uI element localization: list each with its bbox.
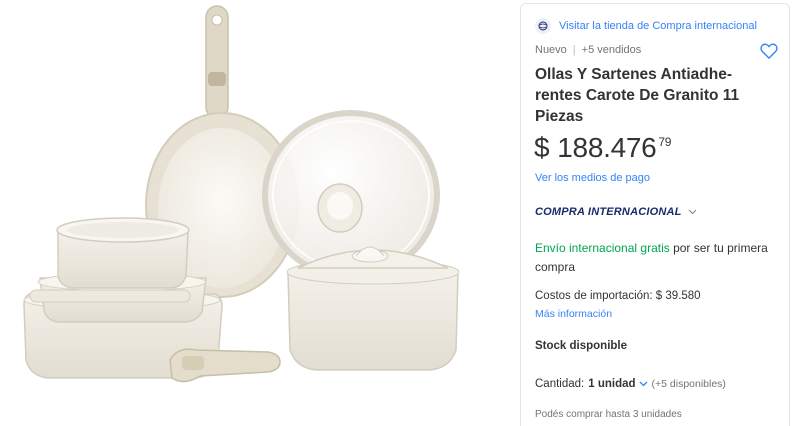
- import-costs: Costos de importación: $ 39.580: [535, 290, 701, 302]
- visit-store-label: Visitar la tienda de Compra internaciona…: [559, 20, 757, 32]
- heart-icon[interactable]: [759, 41, 779, 61]
- cookware-set-image: [23, 5, 460, 383]
- product-image[interactable]: [0, 0, 520, 426]
- meta-separator: |: [572, 44, 576, 56]
- quantity-value[interactable]: 1 unidad: [588, 378, 635, 390]
- product-price: $188.476 79: [534, 132, 671, 164]
- sold-count: +5 vendidos: [581, 44, 642, 56]
- product-meta: Nuevo | +5 vendidos: [535, 44, 641, 56]
- quantity-label: Cantidad:: [535, 378, 585, 390]
- pan-handle: [205, 5, 229, 119]
- quantity-available: (+5 disponibles): [651, 378, 726, 390]
- condition-label: Nuevo: [535, 44, 567, 56]
- international-purchase-toggle[interactable]: COMPRA INTERNACIONAL: [535, 206, 697, 218]
- quantity-selector[interactable]: Cantidad: 1 unidad (+5 disponibles): [535, 378, 726, 390]
- price-currency: $: [534, 132, 550, 163]
- stock-status: Stock disponible: [535, 340, 628, 352]
- chevron-down-icon[interactable]: [639, 379, 648, 390]
- shipping-info: Envío internacional gratis por ser tu pr…: [535, 239, 775, 277]
- more-info-link[interactable]: Más información: [535, 308, 612, 320]
- product-title: Ollas Y Sartenes Antiadhe-rentes Carote …: [535, 66, 740, 125]
- price-main: 188.476: [557, 132, 657, 163]
- payment-methods-link[interactable]: Ver los medios de pago: [535, 172, 650, 184]
- detachable-handle: [169, 348, 281, 383]
- purchase-panel: Visitar la tienda de Compra internaciona…: [520, 3, 790, 426]
- visit-store-link[interactable]: Visitar la tienda de Compra internaciona…: [535, 18, 757, 34]
- price-cents: 79: [658, 135, 672, 149]
- free-shipping-label: Envío internacional gratis: [535, 241, 670, 255]
- purchase-limit: Podés comprar hasta 3 unidades: [535, 409, 682, 420]
- stock-pot: [286, 246, 460, 371]
- globe-icon: [535, 18, 551, 34]
- chevron-down-icon: [688, 207, 697, 218]
- international-label: COMPRA INTERNACIONAL: [535, 206, 682, 218]
